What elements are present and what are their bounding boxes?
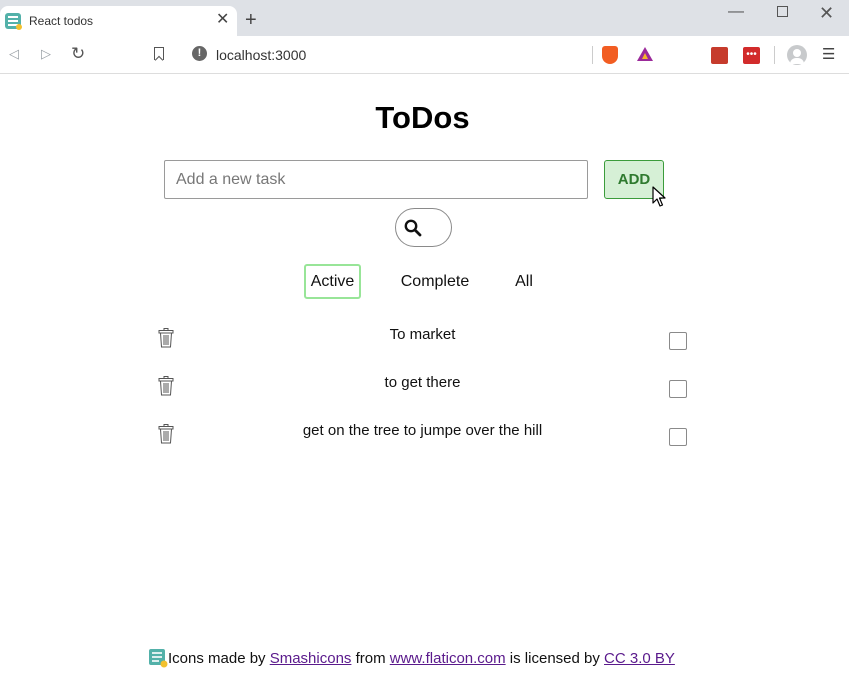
- license-link[interactable]: CC 3.0 BY: [604, 650, 675, 667]
- back-icon[interactable]: ◁: [9, 46, 19, 62]
- maximize-icon[interactable]: [777, 6, 788, 17]
- todo-item: to get there: [150, 374, 700, 404]
- browser-tab[interactable]: React todos ✕: [0, 6, 237, 36]
- flaticon-link[interactable]: www.flaticon.com: [390, 650, 506, 667]
- tab-close-icon[interactable]: ✕: [216, 12, 229, 28]
- attribution-middle: from: [351, 650, 390, 667]
- new-task-input[interactable]: [164, 160, 588, 199]
- toolbar-divider: [592, 46, 593, 64]
- todo-item: get on the tree to jumpe over the hill: [150, 422, 700, 452]
- todo-checkbox[interactable]: [669, 380, 687, 398]
- filter-all[interactable]: All: [508, 264, 540, 299]
- brave-shield-icon[interactable]: [602, 46, 618, 64]
- mouse-cursor-icon: [652, 186, 666, 207]
- extension-icon[interactable]: •••: [743, 47, 760, 64]
- todo-text: get on the tree to jumpe over the hill: [302, 422, 543, 439]
- attribution-prefix: Icons made by: [168, 650, 270, 667]
- todo-checkbox[interactable]: [669, 332, 687, 350]
- extension-icon[interactable]: [711, 47, 728, 64]
- site-info-icon[interactable]: !: [192, 46, 207, 61]
- browser-menu-icon[interactable]: ☰: [822, 47, 835, 62]
- author-link[interactable]: Smashicons: [270, 650, 352, 667]
- browser-tabstrip: React todos ✕ + — ✕: [0, 0, 849, 36]
- attribution-license-text: is licensed by: [505, 650, 605, 667]
- todo-checkbox[interactable]: [669, 428, 687, 446]
- forward-icon[interactable]: ▷: [41, 46, 51, 62]
- window-close-icon[interactable]: ✕: [819, 3, 834, 24]
- profile-avatar-icon[interactable]: [787, 45, 807, 65]
- bookmark-icon[interactable]: [154, 47, 164, 60]
- todo-item: To market: [150, 326, 700, 356]
- filter-complete[interactable]: Complete: [395, 264, 475, 299]
- new-tab-icon[interactable]: +: [245, 10, 257, 30]
- search-button[interactable]: [395, 208, 452, 247]
- todo-favicon-icon: [5, 13, 22, 30]
- address-bar[interactable]: localhost:3000: [216, 47, 306, 63]
- filter-active[interactable]: Active: [304, 264, 361, 299]
- todo-list-icon: [149, 649, 168, 668]
- bat-rewards-icon[interactable]: [637, 47, 653, 61]
- todo-text: To market: [389, 326, 456, 343]
- minimize-icon[interactable]: —: [728, 3, 744, 21]
- toolbar-divider: [774, 46, 775, 64]
- search-icon: [404, 219, 422, 237]
- tab-title: React todos: [29, 14, 94, 28]
- page-title: ToDos: [375, 100, 470, 135]
- reload-icon[interactable]: ↻: [71, 44, 85, 64]
- attribution-footer: Icons made by Smashicons from www.flatic…: [148, 648, 675, 668]
- browser-toolbar: ◁ ▷ ↻ ! localhost:3000 ••• ☰: [0, 36, 849, 74]
- todo-text: to get there: [384, 374, 461, 391]
